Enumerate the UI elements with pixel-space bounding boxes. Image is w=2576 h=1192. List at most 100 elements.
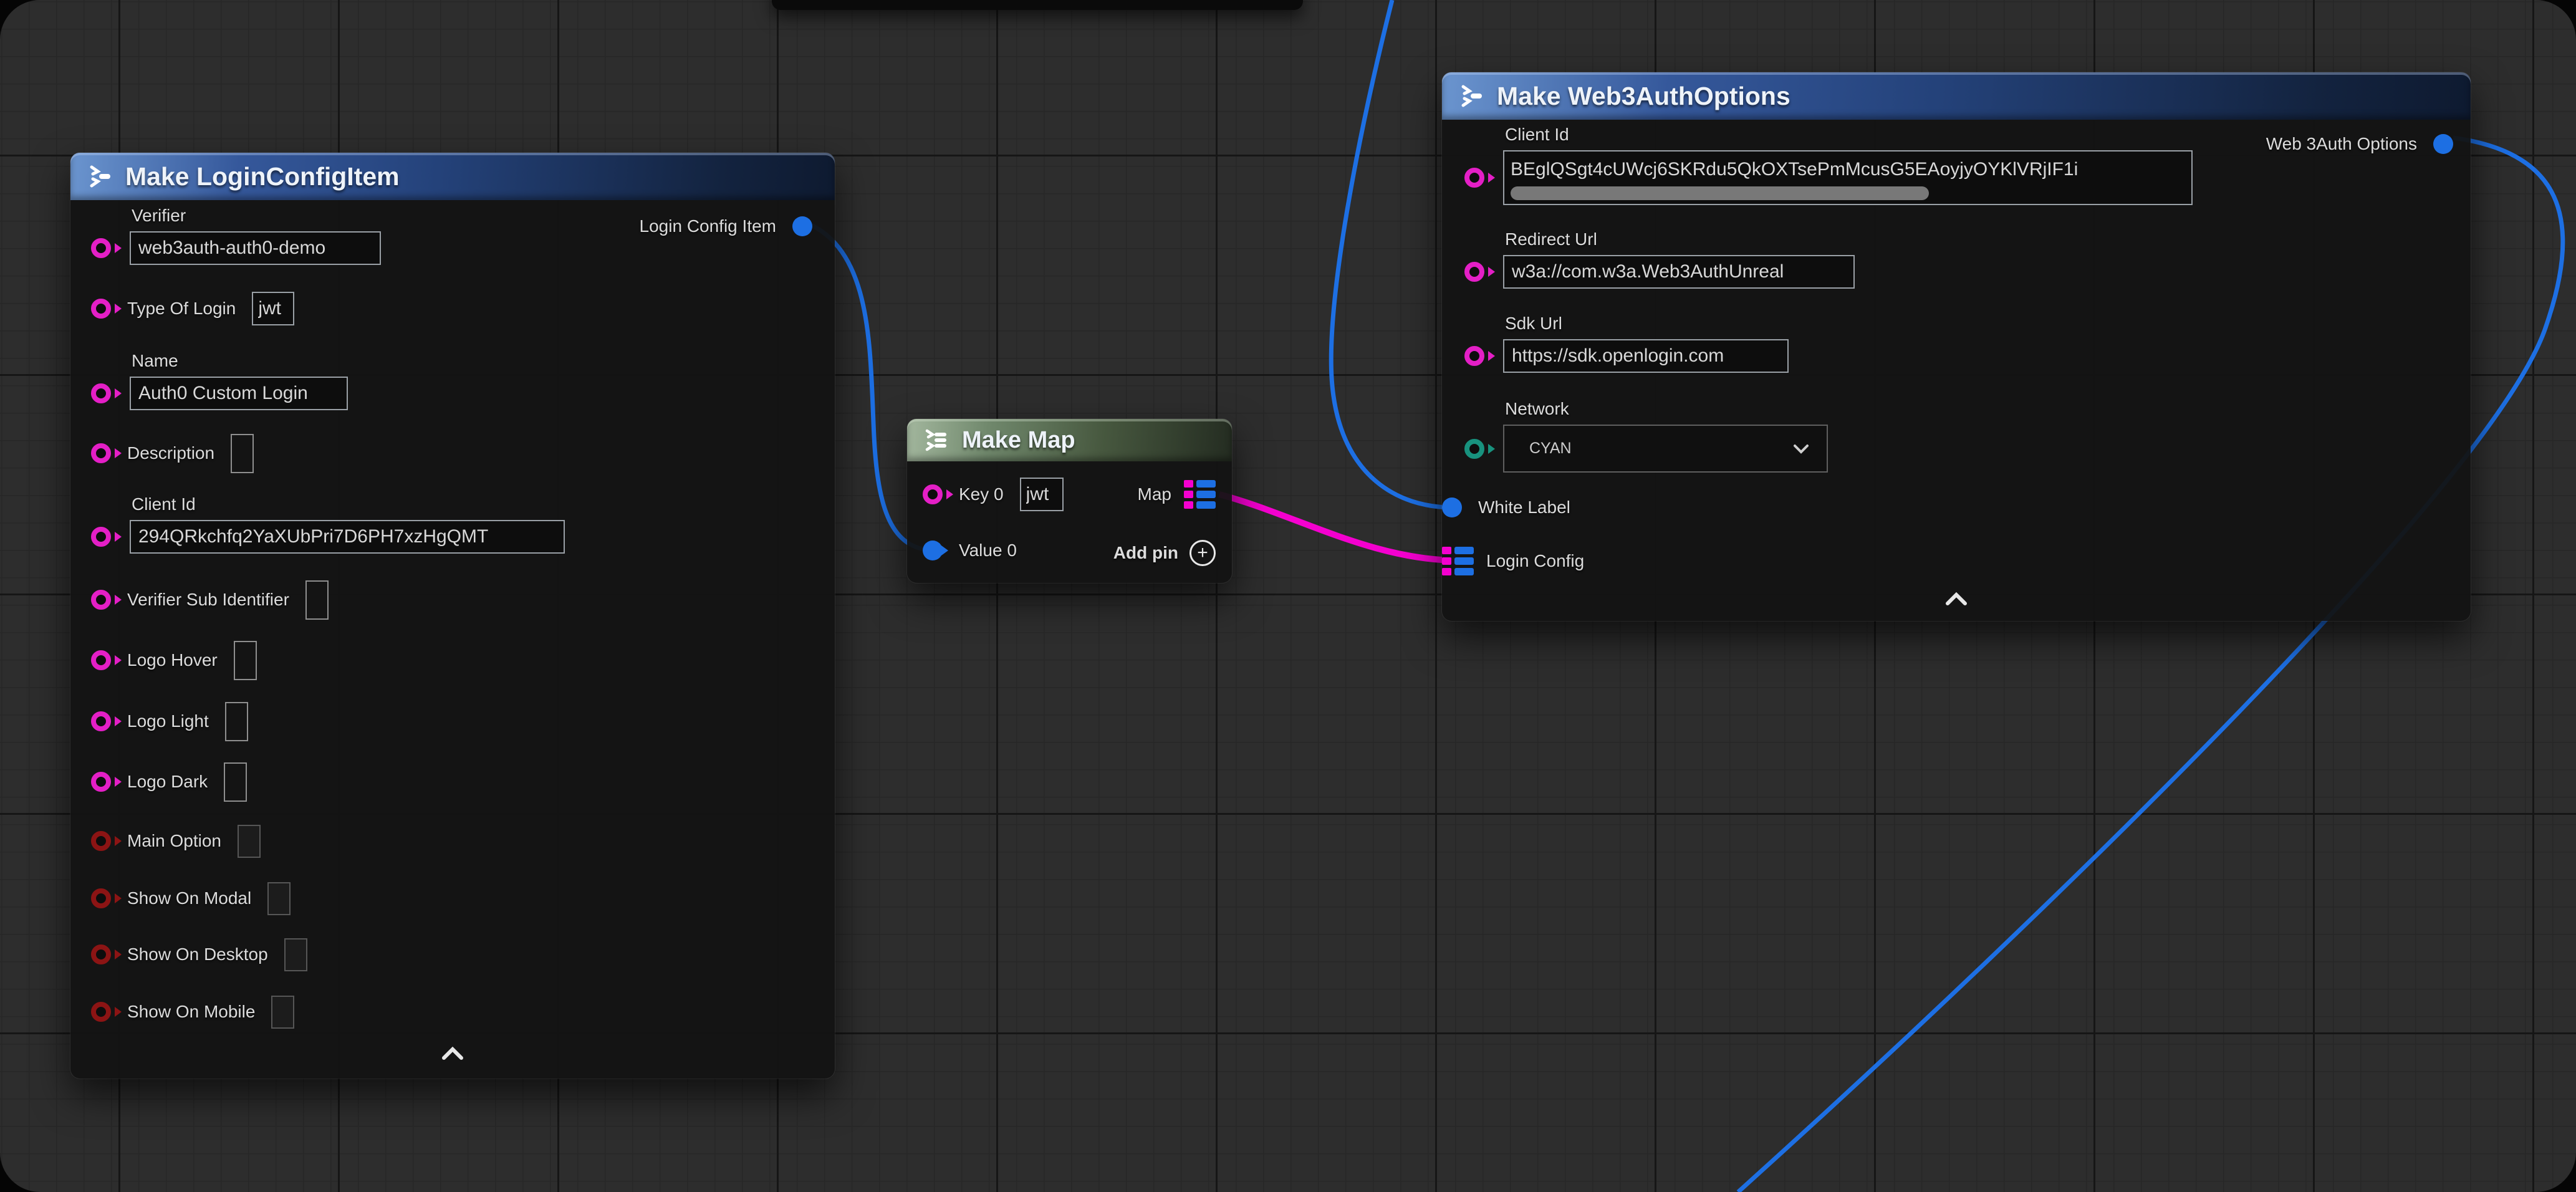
make-struct-icon: [1457, 82, 1486, 110]
blueprint-canvas[interactable]: Make LoginConfigItem Login Config Item V…: [0, 0, 2576, 1192]
verifier-sub-identifier-row: Verifier Sub Identifier: [91, 583, 329, 617]
type-of-login-row: Type Of Login: [91, 292, 294, 325]
logo-dark-label: Logo Dark: [127, 772, 208, 792]
collapse-node-button[interactable]: [1943, 591, 1970, 610]
collapse-node-button[interactable]: [439, 1045, 466, 1065]
type-of-login-input[interactable]: [252, 292, 294, 325]
logo-light-pin[interactable]: [91, 711, 111, 731]
show-on-desktop-row: Show On Desktop: [91, 938, 307, 971]
web3auth-options-output-pin[interactable]: [2433, 134, 2453, 154]
wire-top-to-whitelabel[interactable]: [1331, 0, 1453, 507]
node-make-web3authoptions[interactable]: Make Web3AuthOptions Web 3Auth Options C…: [1442, 72, 2471, 621]
client-id-pin[interactable]: [1464, 168, 1484, 188]
value0-label: Value 0: [959, 541, 1017, 560]
show-on-modal-row: Show On Modal: [91, 882, 291, 915]
horizontal-scrollbar[interactable]: [1511, 186, 1929, 200]
map-output-label: Map: [1138, 484, 1171, 504]
client-id-label: Client Id: [132, 494, 565, 514]
type-of-login-pin[interactable]: [91, 299, 111, 319]
show-on-mobile-row: Show On Mobile: [91, 995, 294, 1029]
main-option-pin[interactable]: [91, 831, 111, 851]
client-id-label: Client Id: [1505, 125, 2193, 145]
show-on-desktop-checkbox[interactable]: [284, 938, 307, 971]
verifier-row: Verifier: [91, 206, 381, 265]
name-pin[interactable]: [91, 383, 111, 403]
node-header[interactable]: Make Map: [907, 419, 1232, 461]
value0-row: Value 0: [923, 534, 1017, 567]
output-pin-label: Web 3Auth Options: [2266, 134, 2417, 154]
value0-pin[interactable]: [923, 541, 943, 560]
node-make-map[interactable]: Make Map Key 0 Map Value 0 Add pin +: [907, 419, 1232, 583]
name-input[interactable]: [130, 377, 348, 410]
show-on-mobile-label: Show On Mobile: [127, 1002, 255, 1022]
key0-row: Key 0: [923, 478, 1064, 511]
show-on-mobile-pin[interactable]: [91, 1002, 111, 1022]
verifier-label: Verifier: [132, 206, 381, 226]
sdk-url-label: Sdk Url: [1505, 314, 1789, 334]
output-row: Login Config Item: [640, 209, 812, 243]
network-pin[interactable]: [1464, 439, 1484, 459]
type-of-login-label: Type Of Login: [127, 299, 236, 319]
wire-map-to-loginconfig[interactable]: [1219, 494, 1459, 560]
login-config-pin[interactable]: [1442, 547, 1474, 575]
verifier-sub-identifier-input[interactable]: [305, 580, 329, 620]
name-row: Name: [91, 351, 348, 410]
show-on-mobile-checkbox[interactable]: [271, 996, 294, 1029]
client-id-input[interactable]: [130, 520, 565, 554]
show-on-modal-pin[interactable]: [91, 888, 111, 908]
show-on-modal-checkbox[interactable]: [267, 882, 291, 915]
login-config-item-output-pin[interactable]: [792, 216, 812, 236]
node-title: Make LoginConfigItem: [125, 162, 400, 191]
node-title: Make Web3AuthOptions: [1497, 82, 1790, 111]
key0-pin[interactable]: [923, 484, 943, 504]
sdk-url-input[interactable]: [1503, 339, 1789, 373]
make-map-icon: [922, 426, 951, 454]
logo-dark-row: Logo Dark: [91, 765, 247, 799]
verifier-pin[interactable]: [91, 238, 111, 258]
logo-dark-pin[interactable]: [91, 772, 111, 792]
map-output-row: Map: [1138, 478, 1216, 511]
main-option-checkbox[interactable]: [238, 825, 261, 858]
logo-hover-row: Logo Hover: [91, 643, 257, 677]
show-on-modal-label: Show On Modal: [127, 888, 251, 908]
key0-input[interactable]: [1020, 478, 1064, 511]
login-config-label: Login Config: [1486, 551, 1584, 571]
add-pin-row: Add pin +: [1113, 536, 1216, 570]
logo-hover-label: Logo Hover: [127, 650, 218, 670]
verifier-sub-identifier-label: Verifier Sub Identifier: [127, 590, 289, 610]
offscreen-node[interactable]: [772, 0, 1303, 10]
show-on-desktop-pin[interactable]: [91, 944, 111, 964]
map-output-pin[interactable]: [1184, 480, 1216, 509]
logo-dark-input[interactable]: [224, 762, 247, 802]
white-label-pin[interactable]: [1442, 497, 1462, 517]
logo-hover-pin[interactable]: [91, 650, 111, 670]
client-id-input[interactable]: BEglQSgt4cUWcj6SKRdu5QkOXTsePmMcusG5EAoy…: [1503, 150, 2193, 205]
client-id-row: Client Id: [91, 494, 565, 554]
add-pin-button[interactable]: +: [1189, 540, 1216, 566]
node-header[interactable]: Make LoginConfigItem: [70, 153, 835, 200]
sdk-url-row: Sdk Url: [1464, 314, 1789, 373]
verifier-input[interactable]: [130, 231, 381, 265]
network-dropdown[interactable]: CYAN: [1503, 425, 1828, 473]
redirect-url-pin[interactable]: [1464, 262, 1484, 282]
sdk-url-pin[interactable]: [1464, 346, 1484, 366]
main-option-row: Main Option: [91, 824, 261, 858]
redirect-url-row: Redirect Url: [1464, 229, 1855, 289]
logo-hover-input[interactable]: [234, 641, 257, 680]
logo-light-input[interactable]: [225, 702, 248, 741]
output-pin-label: Login Config Item: [640, 216, 776, 236]
node-header[interactable]: Make Web3AuthOptions: [1442, 72, 2471, 120]
add-pin-label: Add pin: [1113, 543, 1178, 563]
white-label-label: White Label: [1478, 497, 1570, 517]
output-row: Web 3Auth Options: [2266, 127, 2453, 161]
verifier-sub-identifier-pin[interactable]: [91, 590, 111, 610]
node-make-loginconfigitem[interactable]: Make LoginConfigItem Login Config Item V…: [70, 153, 835, 1079]
description-label: Description: [127, 443, 214, 463]
description-pin[interactable]: [91, 443, 111, 463]
client-id-pin[interactable]: [91, 527, 111, 547]
description-input[interactable]: [231, 434, 254, 473]
main-option-label: Main Option: [127, 831, 221, 851]
client-id-row: Client Id BEglQSgt4cUWcj6SKRdu5QkOXTsePm…: [1464, 125, 2193, 205]
redirect-url-label: Redirect Url: [1505, 229, 1855, 249]
redirect-url-input[interactable]: [1503, 255, 1855, 289]
